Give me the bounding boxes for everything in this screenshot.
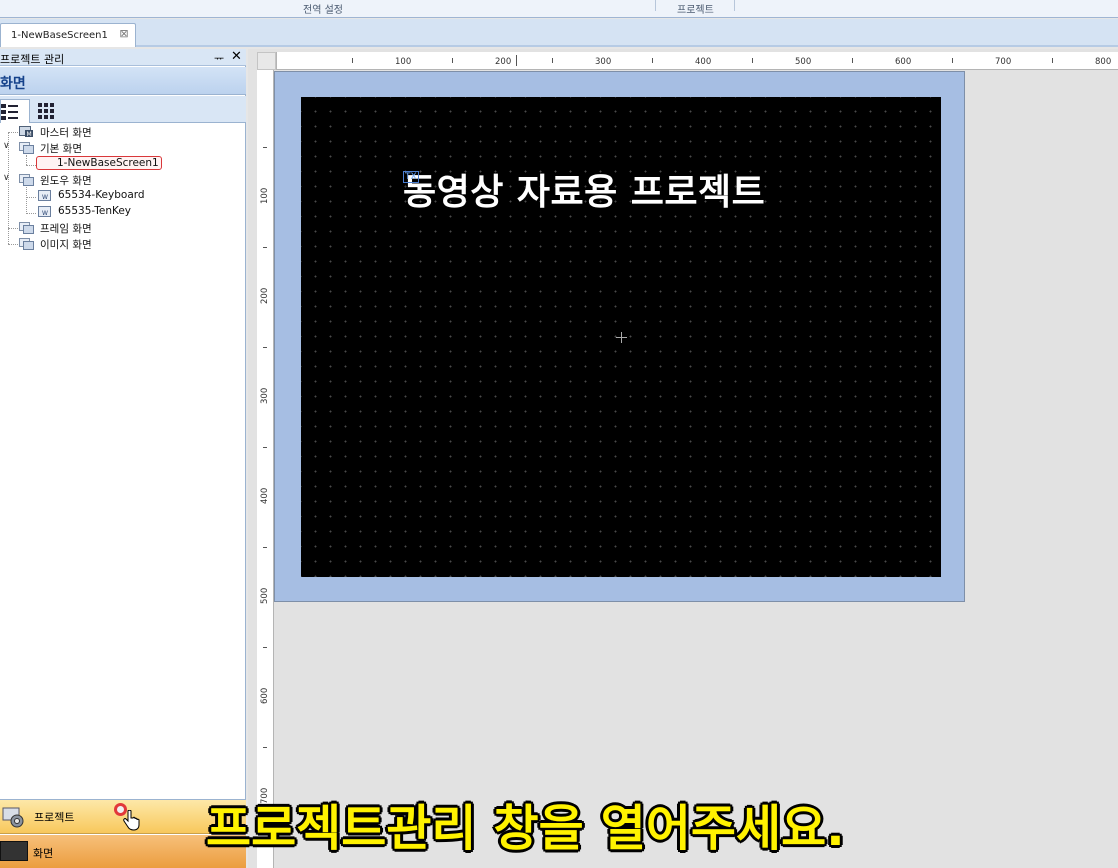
ribbon-group-strip: 전역 설정 프로젝트 [0, 0, 1118, 18]
ruler-tick [752, 58, 753, 63]
chevron-down-icon[interactable]: ∨ [3, 141, 13, 151]
ruler-label: 200 [495, 57, 512, 67]
screen-tree: M 마스터 화면 ∨ 기본 화면 B 1-NewBaseScreen1 ∨ 윈도… [0, 123, 244, 795]
folder-screen-icon [19, 238, 34, 250]
tab-newbasescreen1[interactable]: 1-NewBaseScreen1 ⊠ [0, 23, 136, 47]
horizontal-ruler: 100 200 300 400 500 600 700 800 [276, 52, 1118, 70]
ruler-label: 600 [260, 687, 270, 704]
ruler-tick [263, 347, 267, 348]
ruler-label: 100 [260, 187, 270, 204]
ruler-tick [452, 58, 453, 63]
project-management-panel: 프로젝트 관리 ᅲ ✕ 화면 M 마스터 화면 ∨ 기본 화면 1-NewBas… [0, 49, 246, 868]
svg-text:W: W [42, 194, 48, 201]
ruler-label: 800 [1095, 57, 1112, 67]
ribbon-separator [734, 0, 735, 11]
ruler-tick [652, 58, 653, 63]
ruler-tick [263, 547, 267, 548]
tree-view-tab[interactable] [0, 99, 30, 123]
close-icon[interactable]: ✕ [231, 49, 242, 64]
tab-close-icon[interactable]: ⊠ [118, 28, 130, 40]
ruler-tick [352, 58, 353, 63]
ruler-corner [257, 52, 276, 70]
ruler-tick [552, 58, 553, 63]
screen-icon [0, 841, 28, 861]
chevron-down-icon[interactable]: ∨ [3, 173, 13, 183]
video-caption: 프로젝트관리 창을 열어주세요. [206, 800, 845, 857]
ruler-tick [263, 747, 267, 748]
tree-item-newbasescreen1[interactable]: B 1-NewBaseScreen1 [0, 156, 240, 172]
master-screen-icon: M [19, 126, 33, 138]
ruler-label: 400 [260, 487, 270, 504]
ruler-label: 500 [795, 57, 812, 67]
tree-label: 이미지 화면 [40, 239, 92, 251]
tree-item-keyboard[interactable]: W 65534-Keyboard [0, 189, 240, 204]
folder-screen-icon [19, 174, 34, 186]
view-tabs [0, 96, 246, 123]
ruler-label: 500 [260, 587, 270, 604]
folder-screen-icon [19, 222, 34, 234]
project-button-label: 프로젝트 [34, 811, 75, 824]
tree-label: 65535-TenKey [58, 205, 132, 217]
grid-view-icon [38, 103, 54, 119]
gear-icon [2, 807, 24, 828]
ruler-label: 700 [995, 57, 1012, 67]
ribbon-separator [655, 0, 656, 11]
hand-cursor-icon [123, 810, 140, 831]
grid-view-tab[interactable] [32, 99, 62, 123]
ribbon-group-global-settings: 전역 설정 [303, 5, 343, 16]
tree-view-icon [1, 104, 18, 120]
window-screen-icon: W [38, 190, 51, 201]
ruler-label: 100 [395, 57, 412, 67]
ruler-tick [1052, 58, 1053, 63]
tree-item-window-screens[interactable]: ∨ 윈도우 화면 [0, 173, 240, 188]
tree-label: 마스터 화면 [40, 127, 92, 139]
svg-text:W: W [42, 210, 48, 217]
panel-section-header: 화면 [0, 67, 246, 95]
tree-item-frame-screens[interactable]: 프레임 화면 [0, 221, 240, 236]
window-screen-icon: W [38, 206, 51, 217]
svg-text:M: M [27, 131, 32, 138]
crosshair-icon [621, 332, 622, 343]
tree-item-base-screens[interactable]: ∨ 기본 화면 [0, 141, 240, 156]
ruler-label: 400 [695, 57, 712, 67]
ruler-tick [952, 58, 953, 63]
vertical-ruler: 100 200 300 400 500 600 700 [257, 70, 274, 868]
canvas-text-object[interactable]: 동영상 자료용 프로젝트 [403, 163, 765, 215]
ruler-cursor-marker [516, 55, 517, 66]
tree-item-image-screens[interactable]: 이미지 화면 [0, 237, 240, 252]
tree-label: 기본 화면 [40, 143, 82, 155]
document-tab-bar: 1-NewBaseScreen1 ⊠ [0, 19, 1118, 47]
screen-button-label: 화면 [33, 847, 54, 860]
tab-label: 1-NewBaseScreen1 [11, 30, 108, 41]
ruler-label: 600 [895, 57, 912, 67]
screen-editor[interactable]: 100 200 300 400 500 600 700 800 100 200 … [248, 49, 1118, 868]
pin-icon[interactable]: ᅲ [214, 50, 224, 66]
ruler-tick [263, 147, 267, 148]
text-object-tag: TX [403, 171, 419, 183]
ruler-label: 200 [260, 287, 270, 304]
screen-frame: 동영상 자료용 프로젝트 TX [274, 71, 965, 602]
tree-label: 65534-Keyboard [58, 189, 145, 201]
ruler-tick [263, 447, 267, 448]
ruler-label: 300 [260, 387, 270, 404]
screen-canvas[interactable]: 동영상 자료용 프로젝트 TX [301, 97, 941, 577]
ruler-label: 300 [595, 57, 612, 67]
tree-item-tenkey[interactable]: W 65535-TenKey [0, 205, 240, 220]
panel-title: 프로젝트 관리 [0, 53, 65, 66]
section-title: 화면 [0, 76, 26, 92]
tree-item-master-screen[interactable]: M 마스터 화면 [0, 125, 240, 140]
ruler-tick [852, 58, 853, 63]
tree-label: 프레임 화면 [40, 223, 92, 235]
ruler-tick [263, 247, 267, 248]
panel-titlebar: 프로젝트 관리 ᅲ ✕ [0, 49, 246, 66]
ribbon-group-project: 프로젝트 [677, 5, 714, 16]
ruler-tick [263, 647, 267, 648]
folder-screen-icon [19, 142, 34, 154]
tree-label: 1-NewBaseScreen1 [36, 156, 162, 170]
tree-label: 윈도우 화면 [40, 175, 92, 187]
